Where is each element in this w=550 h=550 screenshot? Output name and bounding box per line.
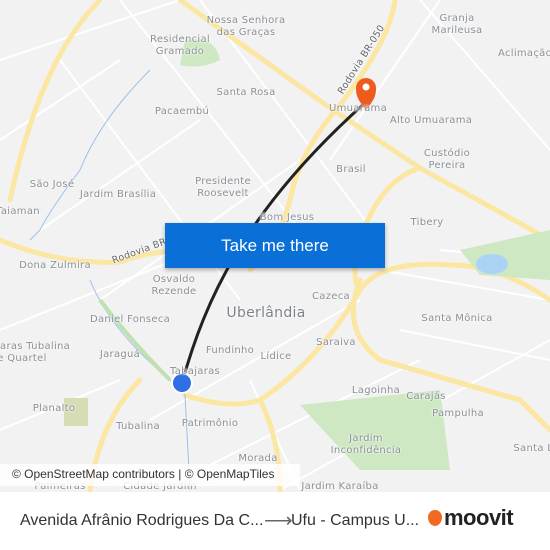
moovit-pin-icon — [428, 510, 442, 526]
label-uberlandia: Uberlândia — [226, 305, 306, 321]
label-osvaldo-rezende: Osvaldo Rezende — [151, 274, 197, 297]
label-alto-umuarama: Alto Umuarama — [389, 115, 473, 126]
label-tibery: Tibery — [410, 217, 444, 228]
label-santa-rosa: Santa Rosa — [216, 87, 276, 98]
label-sao-jose: São José — [29, 179, 75, 190]
label-chacaras-tubalina: Chácaras Tubalinae Quartel — [0, 341, 71, 364]
label-santa-luzia: Santa Luzia — [513, 443, 550, 454]
label-patrimonio: Patrimônio — [181, 418, 239, 429]
label-aclimacao: Aclimação — [497, 48, 550, 59]
label-fundinho: Fundinho — [205, 345, 255, 356]
label-santa-monica: Santa Mônica — [421, 313, 493, 324]
label-lidice: Lídice — [260, 351, 292, 362]
label-jardim-inconfidencia: Jardim Inconfidência — [330, 433, 402, 456]
label-granja-marileusa: Granja Marileusa — [431, 13, 483, 36]
label-planalto: Planalto — [32, 403, 76, 414]
label-pampulha: Pampulha — [432, 408, 484, 419]
label-tabajaras: Tabajaras — [169, 366, 221, 377]
arrow-right-icon: ⟶ — [264, 510, 293, 532]
route-footer: Avenida Afrânio Rodrigues Da C... ⟶ Ufu … — [0, 492, 550, 550]
label-daniel-fonseca: Daniel Fonseca — [89, 314, 171, 325]
label-jaragua: Jaraguá — [99, 349, 141, 360]
label-cazeca: Cazeca — [312, 291, 350, 302]
label-saraiva: Saraiva — [316, 337, 356, 348]
lake — [476, 254, 508, 274]
label-lagoinha: Lagoinha — [351, 385, 401, 396]
map[interactable]: Nossa Senhora das Graças Residencial Grama… — [0, 0, 550, 492]
label-pacaembu: Pacaembú — [154, 106, 210, 117]
label-residencial-gramado: Residencial Gramado — [150, 34, 210, 57]
label-taiaman: Taiaman — [0, 206, 40, 217]
label-carajas: Carajás — [406, 391, 446, 402]
origin-name: Avenida Afrânio Rodrigues Da C... — [20, 512, 264, 529]
label-nossa-senhora: Nossa Senhora das Graças — [206, 15, 286, 38]
park-strip — [98, 298, 172, 382]
label-jardim-brasilia: Jardim Brasília — [79, 189, 157, 200]
map-attribution[interactable]: © OpenStreetMap contributors | © OpenMap… — [0, 464, 300, 486]
label-presidente-roosevelt: Presidente Roosevelt — [195, 176, 251, 199]
label-tubalina: Tubalina — [116, 421, 160, 432]
moovit-wordmark: moovit — [444, 505, 514, 530]
label-jardim-karaiba: Jardim Karaíba — [301, 481, 379, 492]
label-custodio-pereira: Custódio Pereira — [423, 148, 471, 171]
label-brasil: Brasil — [336, 164, 366, 175]
take-me-there-button[interactable]: Take me there — [165, 223, 385, 268]
label-umuarama: Umuarama — [328, 103, 388, 114]
destination-name: Ufu - Campus U... — [291, 512, 420, 529]
label-dona-zulmira: Dona Zulmira — [19, 260, 91, 271]
moovit-logo[interactable]: moovit — [428, 505, 514, 531]
